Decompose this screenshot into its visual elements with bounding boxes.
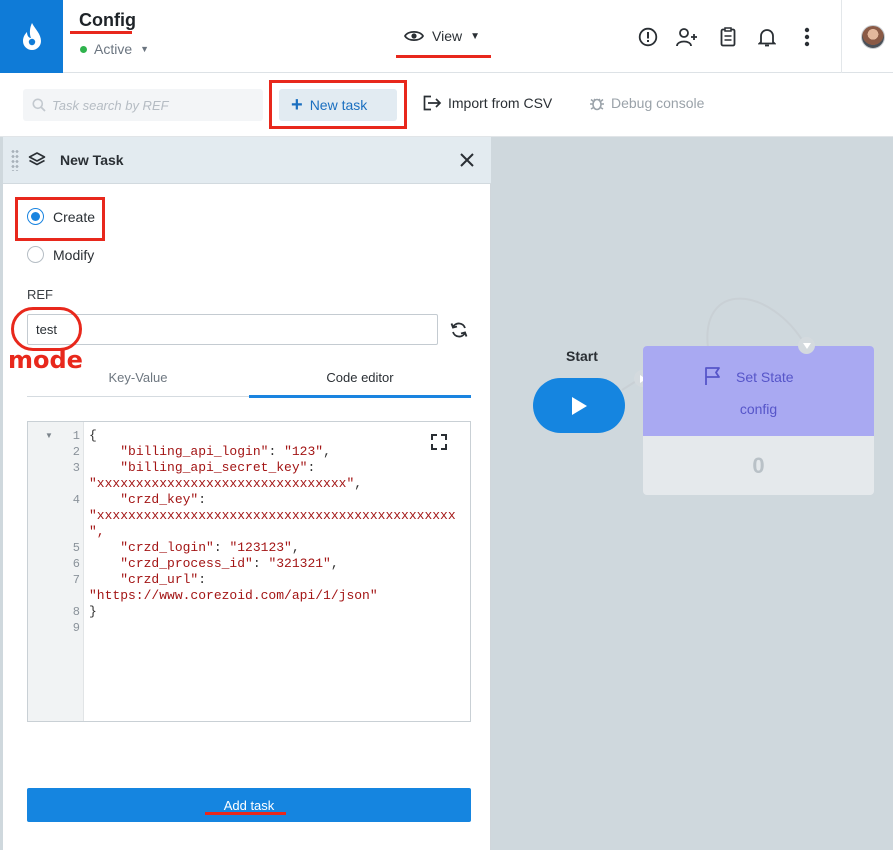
debug-label: Debug console — [611, 95, 705, 111]
line-number: 5 — [72, 541, 80, 555]
page-title: Config — [79, 10, 136, 30]
code-text: "crzd_process_id": "321321", — [120, 556, 339, 571]
header-divider — [841, 0, 842, 73]
code-line[interactable]: 7 "crzd_url": — [28, 572, 469, 588]
start-label: Start — [566, 348, 598, 364]
code-text: { — [89, 428, 97, 443]
annotation-underline-title — [70, 31, 132, 34]
code-line[interactable]: 3 "billing_api_secret_key": — [28, 460, 469, 476]
code-line[interactable]: 6 "crzd_process_id": "321321", — [28, 556, 469, 572]
annotation-underline-view — [396, 55, 491, 58]
line-number: 2 — [72, 445, 80, 459]
code-text: "crzd_key": — [120, 492, 207, 507]
code-line[interactable]: "xxxxxxxxxxxxxxxxxxxxxxxxxxxxxxxxxxxxxxx… — [28, 508, 469, 524]
node-header: Set State config — [643, 346, 874, 436]
line-number: 4 — [72, 493, 80, 507]
add-task-label: Add task — [223, 797, 275, 813]
code-text: "billing_api_secret_key": — [120, 460, 316, 475]
chevron-down-icon: ▼ — [470, 30, 480, 42]
import-csv-button[interactable]: Import from CSV — [423, 95, 552, 111]
expand-icon[interactable] — [430, 433, 448, 456]
status-dropdown[interactable]: Active ▼ — [80, 41, 149, 57]
radio-modify-label: Modify — [53, 246, 95, 263]
add-task-button[interactable]: Add task — [27, 788, 471, 822]
panel-title: New Task — [60, 152, 124, 168]
tab-code-editor[interactable]: Code editor — [249, 362, 471, 398]
search-icon — [32, 98, 46, 112]
status-label: Active — [94, 41, 133, 57]
drag-handle-icon[interactable] — [11, 149, 19, 171]
code-line[interactable]: 9 — [28, 620, 469, 636]
eye-icon — [404, 30, 424, 42]
search-input[interactable]: Task search by REF — [23, 89, 263, 121]
annotation-circle-ref — [11, 307, 82, 351]
code-line[interactable]: "xxxxxxxxxxxxxxxxxxxxxxxxxxxxxxxx", — [28, 476, 469, 492]
set-state-node[interactable]: Set State config 0 — [643, 346, 874, 495]
code-text: } — [89, 604, 97, 619]
new-task-panel: New Task Create Modify REF Key-Value Cod… — [3, 137, 491, 850]
annotation-underline-add-task — [205, 812, 286, 815]
code-text: "https://www.corezoid.com/api/1/json" — [89, 588, 378, 603]
code-line[interactable]: "https://www.corezoid.com/api/1/json" — [28, 588, 469, 604]
toolbar: Task search by REF + New task Import fro… — [0, 73, 893, 137]
editor-tabs: Key-Value Code editor — [27, 362, 471, 398]
logo-icon[interactable] — [0, 0, 63, 73]
more-icon[interactable] — [796, 26, 818, 48]
code-text: "xxxxxxxxxxxxxxxxxxxxxxxxxxxxxxxxxxxxxxx… — [89, 508, 456, 523]
add-user-icon[interactable] — [676, 26, 698, 48]
code-line[interactable]: 8} — [28, 604, 469, 620]
debug-console-button[interactable]: Debug console — [589, 95, 704, 111]
avatar[interactable] — [861, 25, 885, 49]
annotation-note: mode — [8, 346, 83, 374]
line-number: 1 — [72, 429, 80, 443]
line-number: 7 — [72, 573, 80, 587]
play-icon — [572, 396, 587, 415]
radio-unselected[interactable] — [27, 246, 44, 263]
line-number: 8 — [72, 605, 80, 619]
node-input-port[interactable] — [798, 337, 815, 354]
layers-icon — [28, 151, 46, 174]
code-line[interactable]: 1{ — [28, 428, 469, 444]
line-number: 3 — [72, 461, 80, 475]
view-label: View — [432, 28, 463, 44]
close-icon[interactable] — [458, 151, 476, 174]
code-text: "crzd_login": "123123", — [120, 540, 300, 555]
search-placeholder: Task search by REF — [52, 97, 169, 113]
radio-modify[interactable]: Modify — [27, 246, 94, 263]
node-title: Set State — [736, 369, 794, 385]
code-text: "billing_api_login": "123", — [120, 444, 331, 459]
panel-header: New Task — [3, 137, 491, 184]
node-count: 0 — [752, 453, 765, 478]
line-number: 6 — [72, 557, 80, 571]
annotation-box-create — [15, 197, 105, 241]
code-text: "crzd_url": — [120, 572, 207, 587]
code-text: ", — [89, 524, 105, 539]
annotation-box-new-task — [269, 80, 407, 129]
line-number: 9 — [72, 621, 80, 635]
bug-icon — [590, 98, 604, 111]
code-line[interactable]: 4 "crzd_key": — [28, 492, 469, 508]
flag-icon — [703, 366, 723, 391]
code-line[interactable]: ", — [28, 524, 469, 540]
start-node[interactable] — [533, 378, 625, 433]
chevron-down-icon: ▼ — [140, 44, 150, 54]
clipboard-icon[interactable] — [717, 26, 739, 48]
import-label: Import from CSV — [448, 95, 553, 111]
import-icon — [423, 95, 442, 111]
app-header: Config Active ▼ View ▼ — [0, 0, 893, 73]
code-line[interactable]: 5 "crzd_login": "123123", — [28, 540, 469, 556]
alert-icon[interactable] — [637, 26, 659, 48]
ref-input[interactable] — [27, 314, 438, 345]
bell-icon[interactable] — [756, 26, 778, 48]
view-button[interactable]: View ▼ — [404, 28, 480, 44]
refresh-icon[interactable] — [449, 320, 469, 345]
status-dot — [80, 45, 87, 53]
code-line[interactable]: 2 "billing_api_login": "123", — [28, 444, 469, 460]
ref-label: REF — [27, 287, 53, 302]
code-editor[interactable]: ▼ 1{2 "billing_api_login": "123", 3 "bill… — [27, 421, 471, 722]
code-text: "xxxxxxxxxxxxxxxxxxxxxxxxxxxxxxxx", — [89, 476, 363, 491]
node-subtitle: config — [739, 401, 778, 417]
